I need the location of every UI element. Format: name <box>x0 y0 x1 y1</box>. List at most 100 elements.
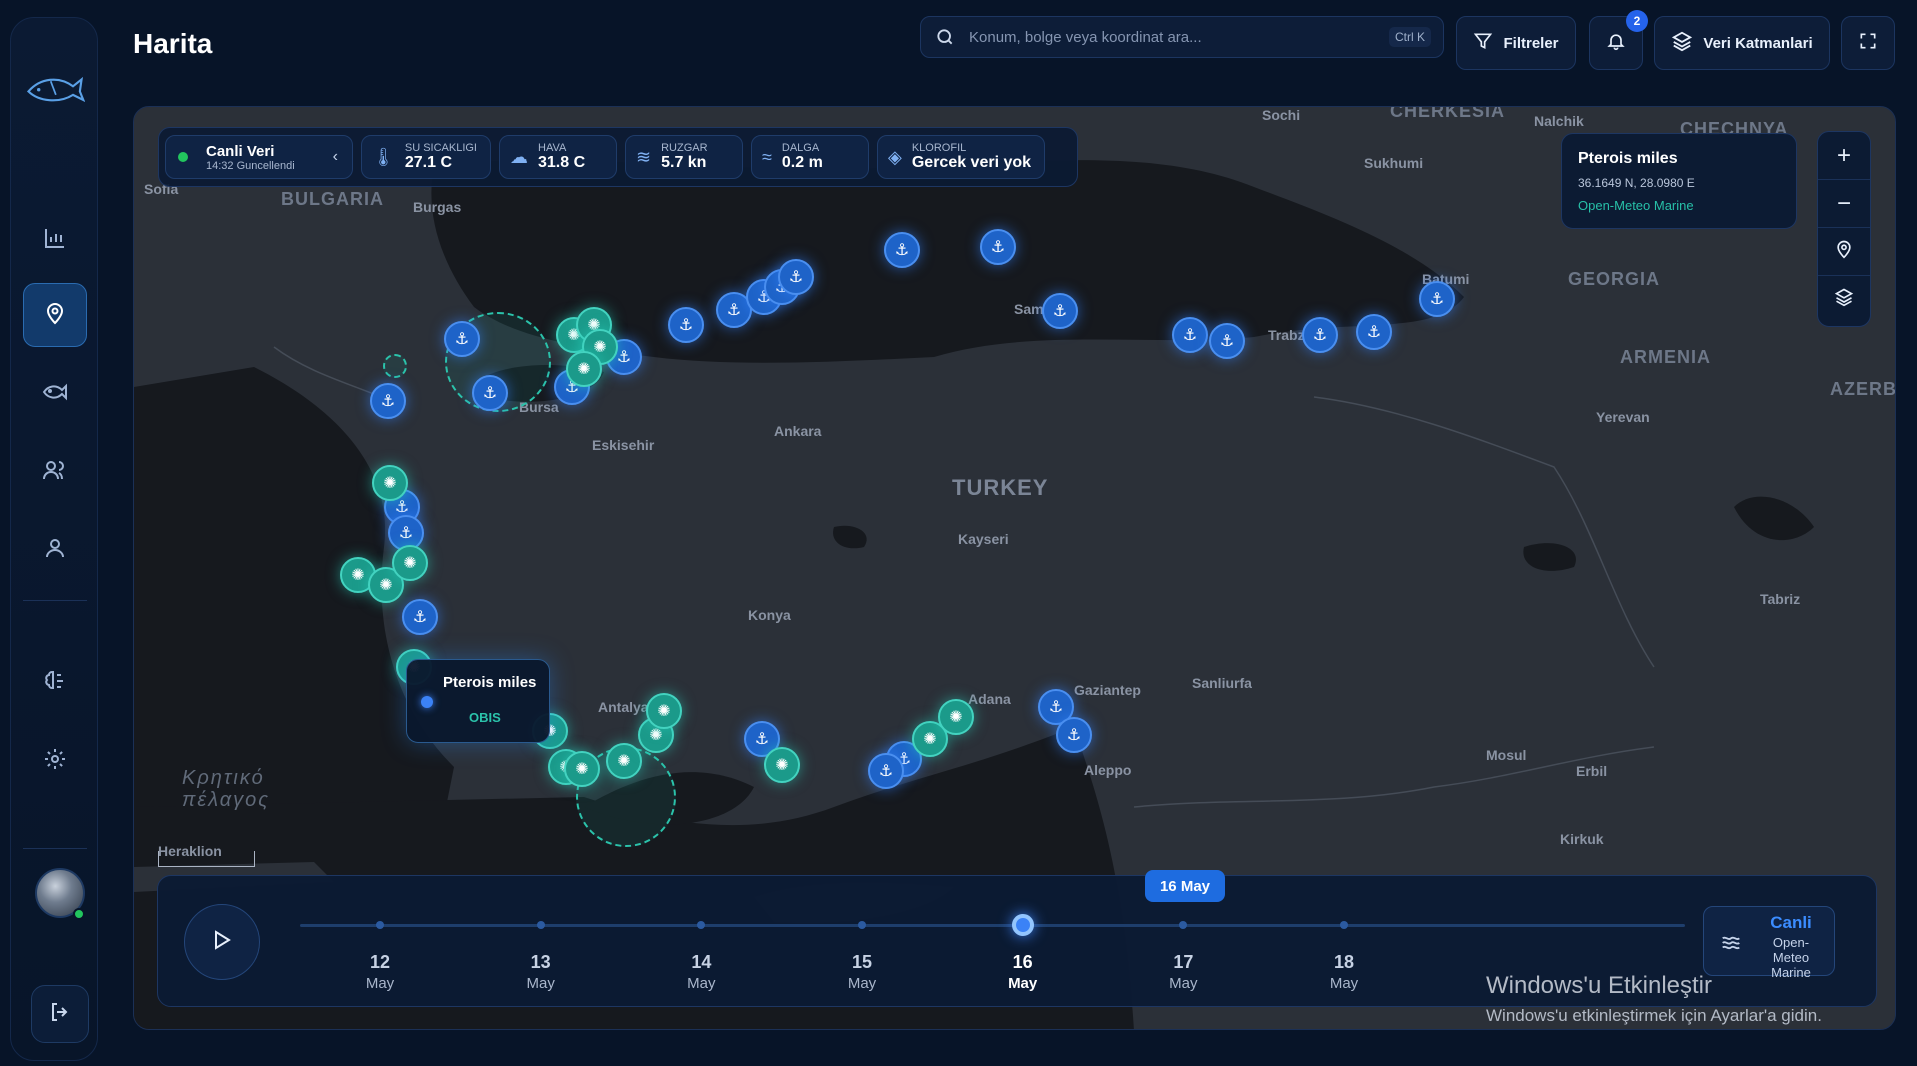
sidebar-item-profile[interactable] <box>23 518 87 582</box>
sidebar-item-community[interactable] <box>23 440 87 504</box>
species-marker[interactable]: ✺ <box>392 545 428 581</box>
port-marker[interactable]: ⚓ <box>1042 293 1078 329</box>
timeline-day-label[interactable]: 13 May <box>511 952 571 992</box>
port-marker[interactable]: ⚓ <box>444 321 480 357</box>
zoom-in-button[interactable]: + <box>1818 132 1870 180</box>
species-marker[interactable]: ✺ <box>606 743 642 779</box>
timeline-day-tick[interactable] <box>536 921 545 929</box>
timeline-day-tick[interactable] <box>697 921 706 929</box>
timeline-day-label[interactable]: 15 May <box>832 952 892 992</box>
zoom-out-button[interactable]: − <box>1818 180 1870 228</box>
timeline-day-tick[interactable] <box>1340 921 1348 929</box>
species-popup[interactable]: Pterois miles OBIS <box>406 659 550 743</box>
port-marker[interactable]: ⚓ <box>868 753 904 789</box>
live-source-toggle[interactable]: Canli Open-Meteo Marine <box>1703 906 1835 980</box>
port-marker[interactable]: ⚓ <box>980 229 1016 265</box>
timeline-day-label[interactable]: 18 May <box>1314 952 1374 992</box>
locate-button[interactable] <box>1818 228 1870 276</box>
search-input[interactable] <box>969 28 1389 46</box>
filters-button[interactable]: Filtreler <box>1456 16 1576 70</box>
stat-label: HAVA <box>538 142 567 154</box>
species-icon: ✺ <box>351 567 365 584</box>
label-sukhumi: Sukhumi <box>1364 155 1424 171</box>
label-yerevan: Yerevan <box>1596 409 1650 425</box>
label-antalya: Antalya <box>598 699 649 715</box>
port-marker[interactable]: ⚓ <box>1302 317 1338 353</box>
map-layers-button[interactable] <box>1818 276 1870 324</box>
sidebar-item-ai[interactable] <box>23 651 87 715</box>
data-layers-button[interactable]: Veri Katmanlari <box>1654 16 1830 70</box>
watermark-line2: Windows'u etkinleştirmek için Ayarlar'a … <box>1486 1006 1822 1025</box>
port-marker[interactable]: ⚓ <box>1419 281 1455 317</box>
timeline-day-tick[interactable] <box>376 921 384 929</box>
logout-button[interactable] <box>31 985 89 1043</box>
sidebar <box>10 17 98 1061</box>
sidebar-item-species[interactable] <box>23 362 87 426</box>
anchor-icon: ⚓ <box>1048 699 1064 716</box>
live-data-toggle[interactable]: Canli Veri 14:32 Guncellendi ‹ <box>165 135 353 179</box>
stat-value: 0.2 m <box>781 154 823 171</box>
label-sochi: Sochi <box>1262 107 1301 123</box>
play-button[interactable] <box>184 904 260 980</box>
anchor-icon: ⚓ <box>482 385 498 402</box>
species-marker[interactable]: ✺ <box>564 751 600 787</box>
port-marker[interactable]: ⚓ <box>668 307 704 343</box>
timeline-day-label[interactable]: 14 May <box>671 952 731 992</box>
species-cluster-ring[interactable] <box>383 354 407 378</box>
timeline-day-tick[interactable] <box>858 921 866 929</box>
port-marker[interactable]: ⚓ <box>1356 314 1392 350</box>
species-icon: ✺ <box>577 361 591 378</box>
port-marker[interactable]: ⚓ <box>778 259 814 295</box>
label-azerb: AZERB <box>1830 379 1896 399</box>
selected-species-card: Pterois miles 36.1649 N, 28.0980 E Open-… <box>1561 133 1797 229</box>
search-bar[interactable]: Ctrl K <box>920 16 1444 58</box>
timeline-day-number: 15 <box>851 952 873 972</box>
species-icon: ✺ <box>379 577 393 594</box>
port-marker[interactable]: ⚓ <box>1172 317 1208 353</box>
timeline-day-number: 16 <box>1012 952 1033 972</box>
notification-badge: 2 <box>1626 10 1648 32</box>
online-status-dot <box>73 908 85 920</box>
filter-icon <box>1473 31 1493 55</box>
stat-air-temp: ☁ HAVA 31.8 C <box>499 135 617 179</box>
map-canvas[interactable]: BULGARIA TURKEY GEORGIA ARMENIA AZERB Bu… <box>133 106 1896 1030</box>
port-marker[interactable]: ⚓ <box>1056 717 1092 753</box>
sidebar-item-analytics[interactable] <box>23 208 87 272</box>
chevron-left-icon[interactable]: ‹ <box>333 148 338 166</box>
sidebar-item-settings[interactable] <box>23 729 87 793</box>
species-icon: ✺ <box>617 753 631 770</box>
anchor-icon: ⚓ <box>894 242 910 259</box>
live-status-dot <box>178 152 188 162</box>
selected-species-source[interactable]: Open-Meteo Marine <box>1578 198 1780 213</box>
timeline-day-label[interactable]: 16 May <box>993 952 1053 992</box>
sidebar-item-map[interactable] <box>23 283 87 347</box>
port-marker[interactable]: ⚓ <box>472 375 508 411</box>
timeline-day-label[interactable]: 12 May <box>350 952 410 992</box>
live-data-updated: 14:32 Guncellendi <box>206 159 295 172</box>
data-layers-label: Veri Katmanlari <box>1703 34 1813 52</box>
label-gaziantep: Gaziantep <box>1074 682 1141 698</box>
species-marker[interactable]: ✺ <box>372 465 408 501</box>
timeline-track[interactable] <box>300 924 1685 927</box>
port-marker[interactable]: ⚓ <box>370 383 406 419</box>
anchor-icon: ⚓ <box>454 331 470 348</box>
species-marker[interactable]: ✺ <box>646 693 682 729</box>
fullscreen-button[interactable] <box>1841 16 1895 70</box>
timeline-day-label[interactable]: 17 May <box>1153 952 1213 992</box>
timeline-day-number: 18 <box>1333 952 1355 972</box>
search-shortcut: Ctrl K <box>1389 27 1431 47</box>
port-marker[interactable]: ⚓ <box>402 599 438 635</box>
map-pin-icon <box>43 301 67 330</box>
species-marker[interactable]: ✺ <box>764 747 800 783</box>
fish-logo-icon[interactable] <box>25 58 85 118</box>
anchor-icon: ⚓ <box>398 525 414 542</box>
timeline-day-tick[interactable] <box>1011 914 1034 936</box>
port-marker[interactable]: ⚓ <box>1209 323 1245 359</box>
species-marker[interactable]: ✺ <box>938 699 974 735</box>
label-erbil: Erbil <box>1576 763 1608 779</box>
timeline-day-tick[interactable] <box>1179 921 1188 929</box>
popup-source: OBIS <box>469 710 501 725</box>
species-marker[interactable]: ✺ <box>566 351 602 387</box>
port-marker[interactable]: ⚓ <box>884 232 920 268</box>
anchor-icon: ⚓ <box>1219 333 1235 350</box>
